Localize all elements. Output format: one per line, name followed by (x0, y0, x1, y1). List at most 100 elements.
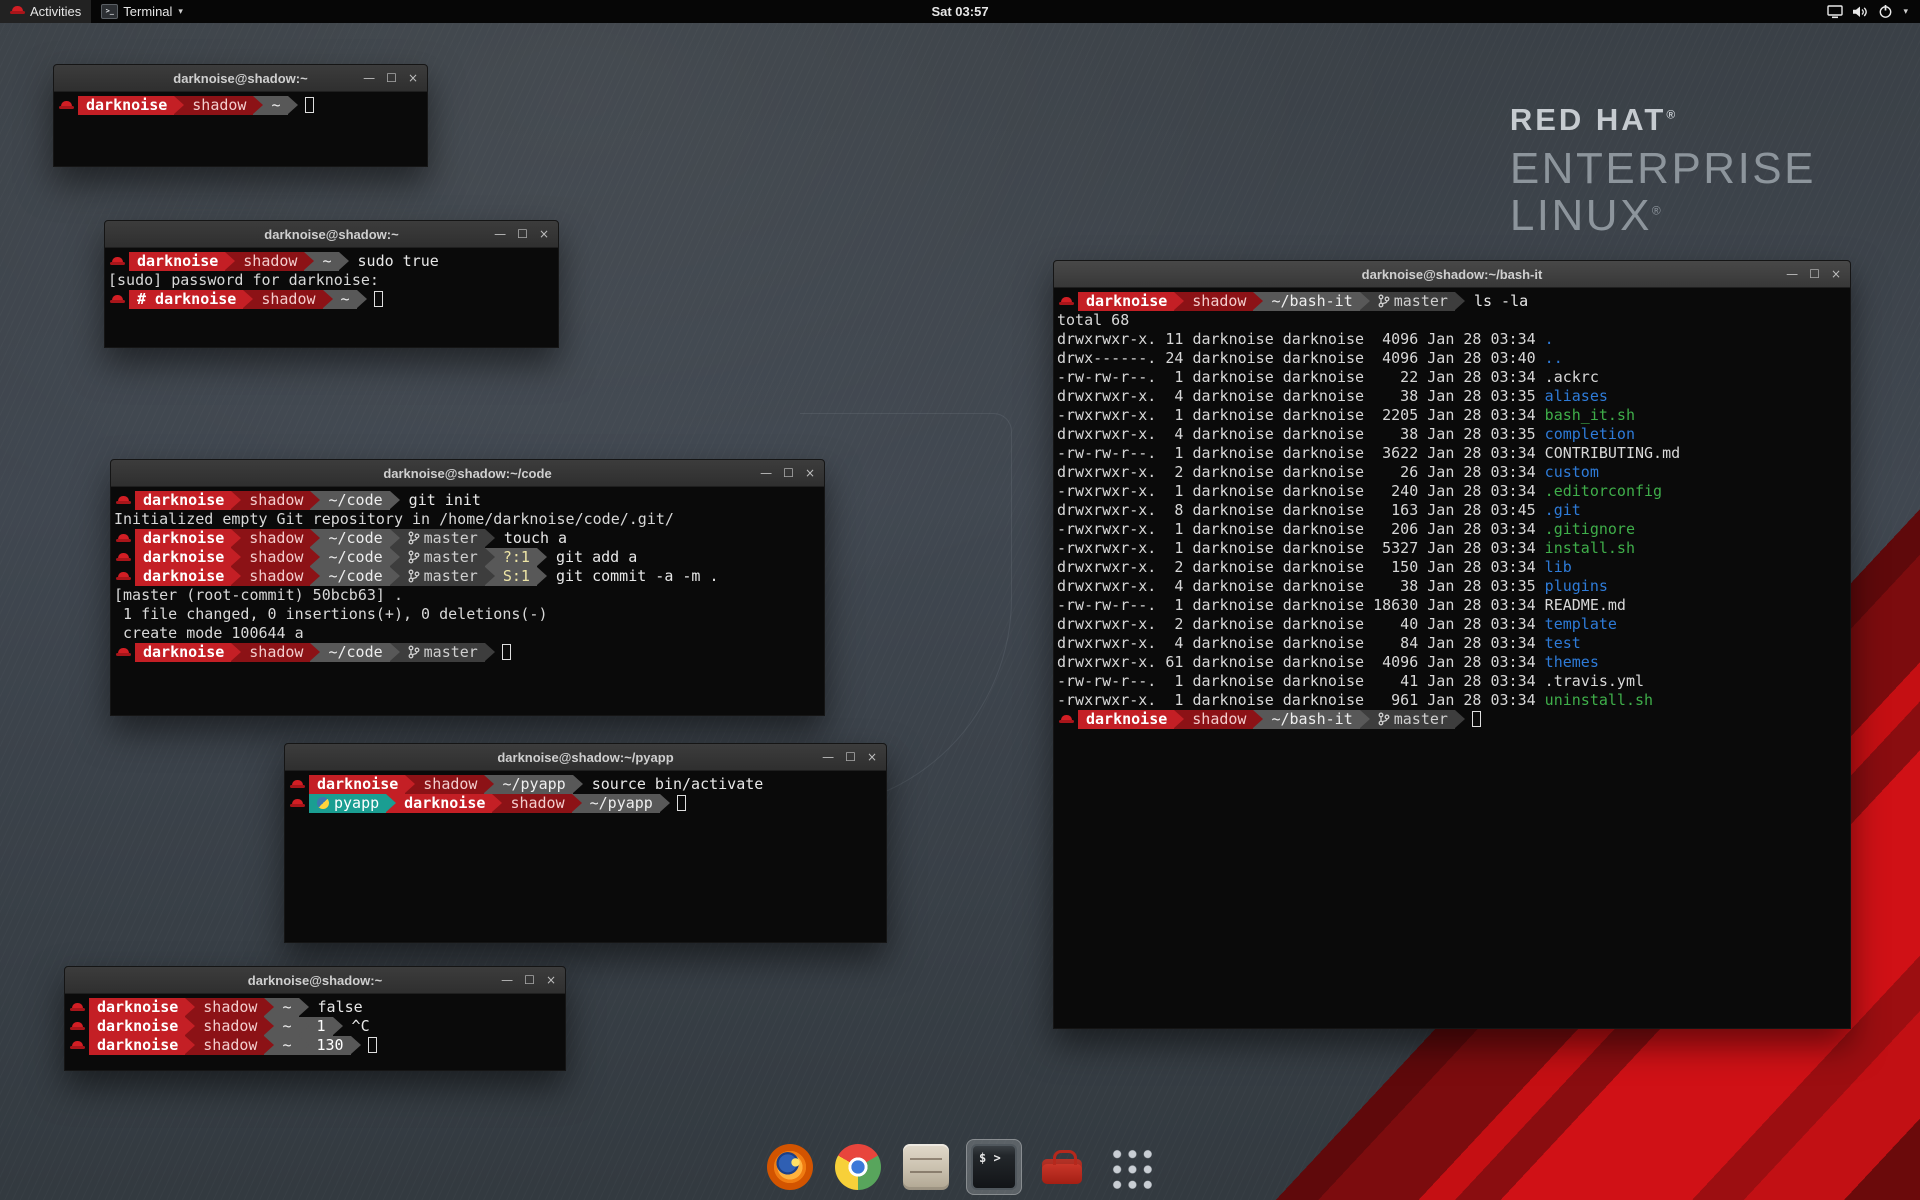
terminal-window-bash-it[interactable]: darknoise@shadow:~/bash-it— ☐ × darknoise sh… (1053, 260, 1851, 1029)
prompt-segment-host: shadow (241, 548, 310, 567)
prompt-segment-user: darknoise (135, 491, 231, 510)
redhat-prompt-icon (290, 794, 305, 813)
terminal-window-pyapp[interactable]: darknoise@shadow:~/pyapp—☐×darknoiseshad… (284, 743, 887, 943)
terminal-icon[interactable]: $ > (966, 1139, 1022, 1195)
system-status-area[interactable]: ▾ (1815, 0, 1920, 23)
prompt-segment-git: master (400, 567, 485, 586)
files-glyph (903, 1144, 949, 1190)
git-branch-icon (1378, 712, 1390, 726)
app-grid-icon[interactable] (1102, 1139, 1158, 1195)
terminal-content[interactable]: darknoiseshadow~/code git initInitialize… (111, 487, 824, 662)
prompt-segment-git: master (400, 643, 485, 662)
output-text: -rw-rw-r--. 1 darknoise darknoise 41 Jan… (1057, 672, 1545, 691)
powerline-arrow-icon (390, 643, 400, 662)
terminal-line: drwxrwxr-x. 2 darknoise darknoise 40 Jan… (1057, 615, 1848, 634)
prompt-segment-host: shadow (195, 1017, 264, 1036)
window-titlebar[interactable]: darknoise@shadow:~/code—☐× (111, 460, 824, 487)
terminal-content[interactable]: darknoiseshadow~ falsedarknoiseshadow~1 … (65, 994, 565, 1055)
prompt-segment-path: ~/code (320, 529, 389, 548)
powerline-arrow-icon (339, 252, 349, 271)
activities-label: Activities (30, 4, 81, 19)
terminal-line: [master (root-commit) 50bcb63] . (114, 586, 822, 605)
terminal-window-home-3[interactable]: darknoise@shadow:~—☐×darknoiseshadow~ fa… (64, 966, 566, 1071)
window-title: darknoise@shadow:~/bash-it (1054, 267, 1850, 282)
activities-button[interactable]: Activities (0, 0, 91, 23)
powerline-arrow-icon (660, 794, 670, 813)
prompt-segment-user: darknoise (89, 1036, 185, 1055)
terminal-content[interactable]: darknoiseshadow~ sudo true[sudo] passwor… (105, 248, 558, 309)
close-button[interactable]: × (539, 221, 549, 247)
window-titlebar[interactable]: darknoise@shadow:~/pyapp—☐× (285, 744, 886, 771)
terminal-line: -rwxrwxr-x. 1 darknoise darknoise 2205 J… (1057, 406, 1848, 425)
maximize-button[interactable]: ☐ (517, 221, 528, 247)
window-titlebar[interactable]: darknoise@shadow:~—☐× (54, 65, 427, 92)
powerline-arrow-icon (492, 794, 502, 813)
clock[interactable]: Sat 03:57 (0, 4, 1920, 19)
toolbox-icon[interactable] (1034, 1139, 1090, 1195)
app-menu-terminal[interactable]: >_ Terminal ▾ (91, 0, 193, 23)
terminal-content[interactable]: darknoiseshadow~ (54, 92, 427, 115)
close-button[interactable]: × (546, 967, 556, 993)
terminal-line: -rwxrwxr-x. 1 darknoise darknoise 5327 J… (1057, 539, 1848, 558)
windows-layer: darknoise@shadow:~—☐×darknoiseshadow~dar… (0, 0, 1920, 1200)
maximize-button[interactable]: ☐ (1809, 261, 1820, 287)
redhat-prompt-icon (290, 775, 305, 794)
maximize-button[interactable]: ☐ (386, 65, 397, 91)
app-menu-label: Terminal (123, 4, 172, 19)
maximize-button[interactable]: ☐ (524, 967, 535, 993)
minimize-button[interactable]: — (760, 460, 772, 486)
app-grid-glyph (1107, 1144, 1153, 1190)
executable-name: install.sh (1545, 539, 1635, 558)
output-text: create mode 100644 a (114, 624, 304, 643)
terminal-window-code[interactable]: darknoise@shadow:~/code—☐×darknoiseshado… (110, 459, 825, 716)
powerline-arrow-icon (485, 529, 495, 548)
prompt-segment-host: shadow (502, 794, 571, 813)
close-button[interactable]: × (1831, 261, 1841, 287)
window-titlebar[interactable]: darknoise@shadow:~—☐× (65, 967, 565, 994)
terminal-app-icon: >_ (101, 4, 118, 19)
prompt-segment-host: shadow (415, 775, 484, 794)
powerline-arrow-icon (231, 643, 241, 662)
window-titlebar[interactable]: darknoise@shadow:~/bash-it— ☐ × (1054, 261, 1850, 288)
terminal-cursor (677, 795, 686, 811)
minimize-button[interactable]: — (1786, 261, 1798, 287)
maximize-button[interactable]: ☐ (783, 460, 794, 486)
powerline-arrow-icon (243, 290, 253, 309)
terminal-line: drwxrwxr-x. 2 darknoise darknoise 26 Jan… (1057, 463, 1848, 482)
window-controls: — ☐ × (760, 460, 824, 486)
close-button[interactable]: × (867, 744, 877, 770)
files-icon[interactable] (898, 1139, 954, 1195)
output-text: drwxrwxr-x. 11 darknoise darknoise 4096 … (1057, 330, 1545, 349)
chrome-icon[interactable] (830, 1139, 886, 1195)
prompt-segment-user: darknoise (1078, 292, 1174, 311)
prompt-segment-path: ~/bash-it (1263, 710, 1359, 729)
close-button[interactable]: × (805, 460, 815, 486)
prompt-segment-path: ~ (333, 290, 357, 309)
maximize-button[interactable]: ☐ (845, 744, 856, 770)
terminal-window-home-1[interactable]: darknoise@shadow:~—☐×darknoiseshadow~ (53, 64, 428, 167)
powerline-arrow-icon (333, 1017, 343, 1036)
prompt-segment-path: ~ (274, 1036, 298, 1055)
powerline-arrow-icon (299, 1017, 309, 1036)
terminal-line: darknoiseshadow~/code git init (114, 491, 822, 510)
powerline-arrow-icon (572, 794, 582, 813)
powerline-arrow-icon (1360, 292, 1370, 311)
minimize-button[interactable]: — (822, 744, 834, 770)
terminal-content[interactable]: darknoiseshadow~/bash-itmaster ls -latot… (1054, 288, 1850, 729)
minimize-button[interactable]: — (501, 967, 513, 993)
window-titlebar[interactable]: darknoise@shadow:~—☐× (105, 221, 558, 248)
minimize-button[interactable]: — (494, 221, 506, 247)
firefox-icon[interactable] (762, 1139, 818, 1195)
powerline-arrow-icon (351, 1036, 361, 1055)
prompt-segment-host: shadow (1184, 710, 1253, 729)
redhat-prompt-icon (70, 1017, 85, 1036)
executable-name: bash_it.sh (1545, 406, 1635, 425)
output-text: -rwxrwxr-x. 1 darknoise darknoise 5327 J… (1057, 539, 1545, 558)
close-button[interactable]: × (408, 65, 418, 91)
terminal-line: -rw-rw-r--. 1 darknoise darknoise 41 Jan… (1057, 672, 1848, 691)
desktop: RED HAT® ENTERPRISE LINUX® darknoise@sha… (0, 0, 1920, 1200)
terminal-content[interactable]: darknoiseshadow~/pyapp source bin/activa… (285, 771, 886, 813)
terminal-line: drwxrwxr-x. 4 darknoise darknoise 38 Jan… (1057, 577, 1848, 596)
terminal-window-home-2[interactable]: darknoise@shadow:~—☐×darknoiseshadow~ su… (104, 220, 559, 348)
minimize-button[interactable]: — (363, 65, 375, 91)
